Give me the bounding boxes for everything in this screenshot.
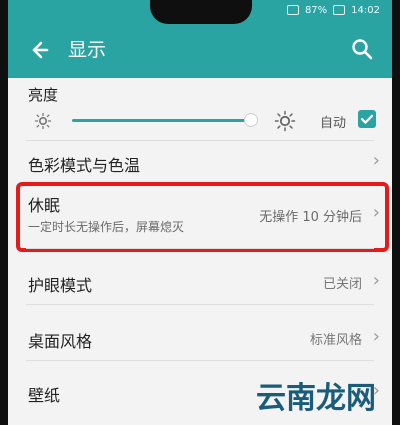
divider <box>26 360 374 361</box>
search-icon[interactable] <box>350 37 374 61</box>
status-bar: 87% 14:02 <box>286 2 380 18</box>
wallpaper-label: 壁纸 <box>28 386 61 405</box>
screen: 87% 14:02 显示 亮度 自动 色彩模式与色温 › 休眠 一定时长无操作后… <box>8 0 392 425</box>
brightness-label: 亮度 <box>28 86 59 104</box>
brightness-slider[interactable] <box>72 119 250 122</box>
phone-frame: 87% 14:02 显示 亮度 自动 色彩模式与色温 › 休眠 一定时长无操作后… <box>0 0 400 425</box>
signal-icon <box>333 5 346 15</box>
search-svg <box>352 39 373 60</box>
desktop-style-value: 标准风格 <box>309 333 362 348</box>
eye-comfort-value: 已关闭 <box>322 277 362 292</box>
toolbar: 显示 <box>8 30 392 70</box>
battery-text: 87% <box>304 4 328 16</box>
settings-row-desktop-style[interactable]: 桌面风格 标准风格 › <box>8 316 392 360</box>
notch <box>150 0 252 24</box>
back-arrow-icon[interactable] <box>26 38 50 62</box>
sun-large-svg <box>274 110 296 132</box>
settings-content: 亮度 自动 色彩模式与色温 › 休眠 一定时长无操作后，屏幕熄灭 无操作 10 … <box>8 78 392 425</box>
battery-icon <box>286 5 299 15</box>
desktop-style-label: 桌面风格 <box>28 332 93 351</box>
sun-large-icon <box>274 110 296 132</box>
watermark: 云南龙网 <box>256 381 376 416</box>
checkmark-icon <box>360 114 374 124</box>
chevron-right-icon: › <box>372 326 380 347</box>
eye-comfort-label: 护眼模式 <box>28 276 93 295</box>
auto-brightness-label: 自动 <box>320 116 347 131</box>
sun-small-svg <box>34 112 52 130</box>
back-arrow-svg <box>32 41 49 59</box>
divider <box>26 248 374 249</box>
color-temp-label: 色彩模式与色温 <box>28 156 141 175</box>
time-text: 14:02 <box>351 4 380 16</box>
highlight-box <box>16 182 389 252</box>
chevron-right-icon: › <box>372 150 380 171</box>
settings-row-eye-comfort[interactable]: 护眼模式 已关闭 › <box>8 260 392 304</box>
brightness-row: 自动 <box>26 108 386 134</box>
page-title: 显示 <box>68 39 107 61</box>
brightness-slider-thumb[interactable] <box>244 113 258 127</box>
sun-small-icon <box>34 112 52 130</box>
app-header: 87% 14:02 显示 <box>8 0 392 78</box>
chevron-right-icon: › <box>372 270 380 291</box>
auto-brightness-checkbox[interactable] <box>358 110 376 128</box>
divider <box>26 304 374 305</box>
